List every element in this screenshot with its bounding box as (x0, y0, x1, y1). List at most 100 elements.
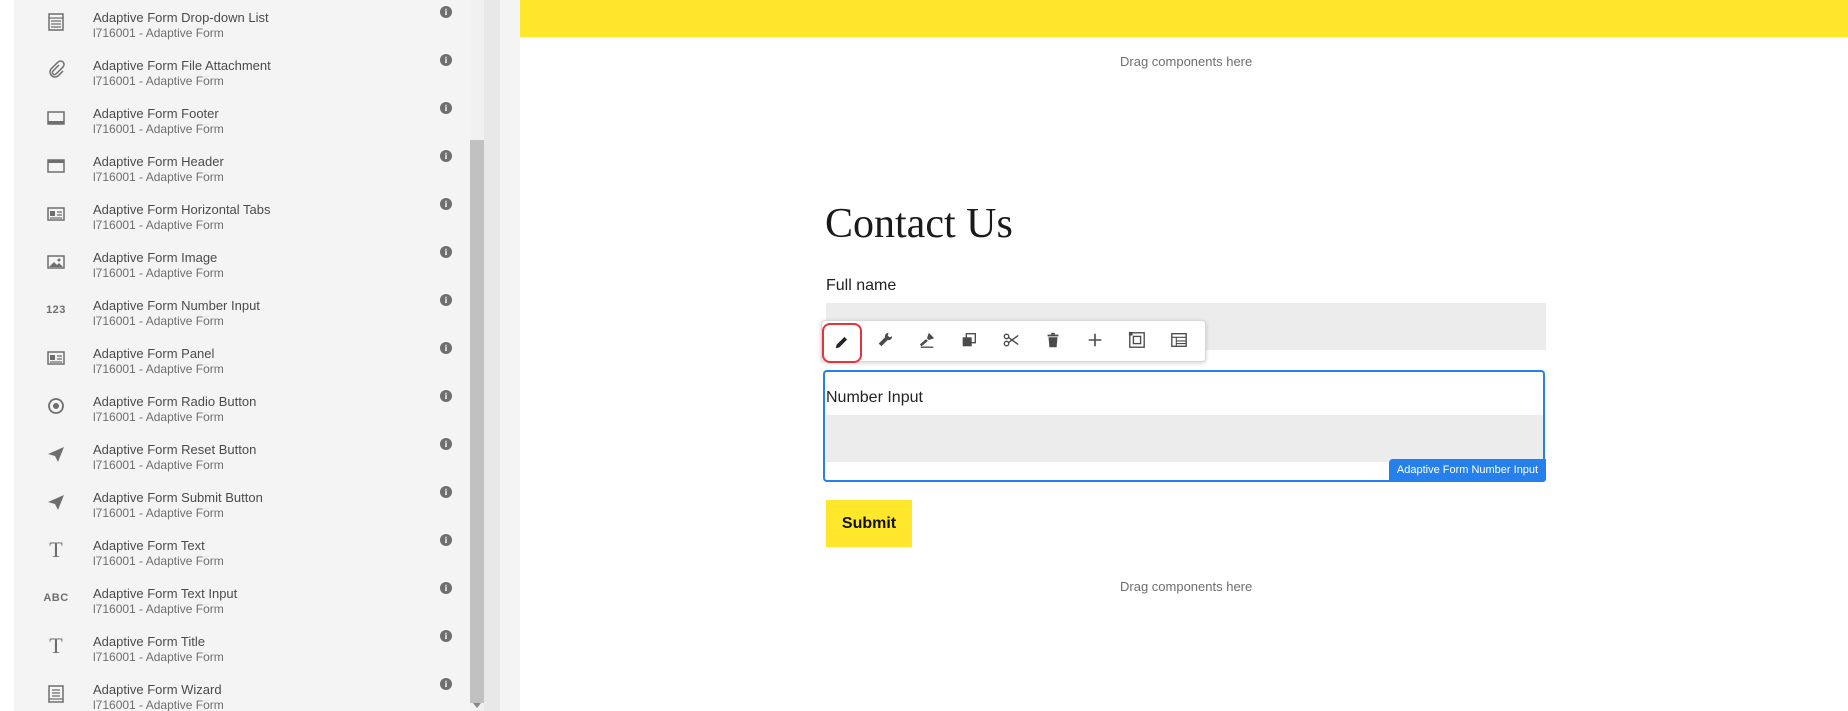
component-group: l716001 - Adaptive Form (93, 266, 224, 280)
info-icon[interactable]: i (440, 582, 452, 594)
title-icon-glyph: T (49, 633, 63, 658)
page-title[interactable]: Contact Us (825, 200, 1013, 248)
component-group: l716001 - Adaptive Form (93, 218, 224, 232)
drop-zone-bottom[interactable]: Drag components here (1120, 579, 1252, 594)
component-name: Adaptive Form Wizard (93, 682, 222, 697)
panel-edge (0, 0, 14, 711)
component-name: Adaptive Form Title (93, 634, 205, 649)
component-item[interactable]: 123 Adaptive Form Number Input l716001 - A… (14, 294, 468, 342)
info-icon[interactable]: i (440, 486, 452, 498)
paintbrush-icon (918, 331, 936, 352)
footer-icon (44, 106, 68, 130)
component-item[interactable]: Adaptive Form Drop-down List l716001 - Ad… (14, 6, 468, 54)
title-icon: T (44, 633, 68, 658)
component-name: Adaptive Form Radio Button (93, 394, 257, 409)
scroll-down-arrow-icon[interactable] (473, 703, 481, 708)
component-group: l716001 - Adaptive Form (93, 122, 224, 136)
dropdown-list-icon (44, 10, 68, 34)
components-panel: Adaptive Form Drop-down List l716001 - Ad… (0, 0, 470, 711)
page-header-banner[interactable] (520, 0, 1848, 37)
component-item[interactable]: Adaptive Form Panel l716001 - Adaptive Fo… (14, 342, 468, 390)
delete-button[interactable] (1037, 325, 1069, 357)
insert-button[interactable] (1079, 325, 1111, 357)
select-parent-icon (1128, 331, 1146, 352)
info-icon[interactable]: i (440, 630, 452, 642)
component-group: l716001 - Adaptive Form (93, 650, 224, 664)
components-list: Adaptive Form Drop-down List l716001 - Ad… (14, 0, 468, 711)
info-icon[interactable]: i (440, 294, 452, 306)
info-icon[interactable]: i (440, 6, 452, 18)
drop-zone-top[interactable]: Drag components here (1120, 54, 1252, 69)
component-item[interactable]: Adaptive Form Image l716001 - Adaptive Fo… (14, 246, 468, 294)
panel-divider (484, 0, 500, 711)
panel-icon (44, 346, 68, 370)
plus-icon (1086, 331, 1104, 352)
send-icon (44, 442, 68, 466)
component-item[interactable]: ABC Adaptive Form Text Input l716001 - Ada… (14, 582, 468, 630)
component-item[interactable]: Adaptive Form File Attachment l716001 - A… (14, 54, 468, 102)
component-item[interactable]: Adaptive Form Radio Button l716001 - Adap… (14, 390, 468, 438)
copy-button[interactable] (953, 325, 985, 357)
send-icon (44, 490, 68, 514)
component-item[interactable]: Adaptive Form Horizontal Tabs l716001 - A… (14, 198, 468, 246)
scrollbar-thumb[interactable] (470, 140, 484, 703)
component-edit-toolbar (821, 320, 1206, 363)
component-item[interactable]: Adaptive Form Header l716001 - Adaptive F… (14, 150, 468, 198)
component-name: Adaptive Form Footer (93, 106, 219, 121)
submit-button[interactable]: Submit (826, 500, 912, 547)
component-item[interactable]: Adaptive Form Reset Button l716001 - Adap… (14, 438, 468, 486)
component-name: Adaptive Form Submit Button (93, 490, 263, 505)
layout-button[interactable] (1163, 325, 1195, 357)
info-icon[interactable]: i (440, 342, 452, 354)
component-group: l716001 - Adaptive Form (93, 170, 224, 184)
cut-button[interactable] (995, 325, 1027, 357)
configure-button[interactable] (869, 325, 901, 357)
pencil-icon (833, 333, 851, 354)
info-icon[interactable]: i (440, 534, 452, 546)
text-input-icon-glyph: ABC (43, 592, 69, 604)
info-icon[interactable]: i (440, 54, 452, 66)
style-button[interactable] (911, 325, 943, 357)
text-icon: T (44, 537, 68, 562)
component-group: l716001 - Adaptive Form (93, 362, 224, 376)
info-icon[interactable]: i (440, 678, 452, 690)
number-icon: 123 (44, 298, 68, 322)
component-name: Adaptive Form File Attachment (93, 58, 271, 73)
tabs-icon (44, 202, 68, 226)
component-name: Adaptive Form Number Input (93, 298, 260, 313)
component-group: l716001 - Adaptive Form (93, 74, 224, 88)
info-icon[interactable]: i (440, 198, 452, 210)
number-icon-glyph: 123 (46, 304, 66, 316)
component-item[interactable]: Adaptive Form Footer l716001 - Adaptive F… (14, 102, 468, 150)
layout-icon (1170, 331, 1188, 352)
edit-button[interactable] (822, 323, 862, 363)
component-item[interactable]: T Adaptive Form Title l716001 - Adaptive F… (14, 630, 468, 678)
component-item[interactable]: Adaptive Form Submit Button l716001 - Ada… (14, 486, 468, 534)
component-name: Adaptive Form Horizontal Tabs (93, 202, 271, 217)
component-group: l716001 - Adaptive Form (93, 554, 224, 568)
info-icon[interactable]: i (440, 102, 452, 114)
info-icon[interactable]: i (440, 246, 452, 258)
paperclip-icon (44, 58, 68, 82)
component-group: l716001 - Adaptive Form (93, 602, 224, 616)
selected-component-badge: Adaptive Form Number Input (1389, 459, 1546, 482)
wrench-icon (876, 331, 894, 352)
component-name: Adaptive Form Reset Button (93, 442, 257, 457)
image-icon (44, 250, 68, 274)
info-icon[interactable]: i (440, 438, 452, 450)
component-name: Adaptive Form Text Input (93, 586, 238, 601)
component-item[interactable]: T Adaptive Form Text l716001 - Adaptive Fo… (14, 534, 468, 582)
component-name: Adaptive Form Image (93, 250, 218, 265)
component-name: Adaptive Form Panel (93, 346, 215, 361)
component-group: l716001 - Adaptive Form (93, 506, 224, 520)
trash-icon (1044, 331, 1062, 352)
component-group: l716001 - Adaptive Form (93, 698, 224, 711)
component-group: l716001 - Adaptive Form (93, 458, 224, 472)
info-icon[interactable]: i (440, 150, 452, 162)
info-icon[interactable]: i (440, 390, 452, 402)
component-group: l716001 - Adaptive Form (93, 410, 224, 424)
component-item[interactable]: Adaptive Form Wizard l716001 - Adaptive F… (14, 678, 468, 711)
component-name: Adaptive Form Drop-down List (93, 10, 269, 25)
text-icon-glyph: T (49, 537, 63, 562)
select-parent-button[interactable] (1121, 325, 1153, 357)
